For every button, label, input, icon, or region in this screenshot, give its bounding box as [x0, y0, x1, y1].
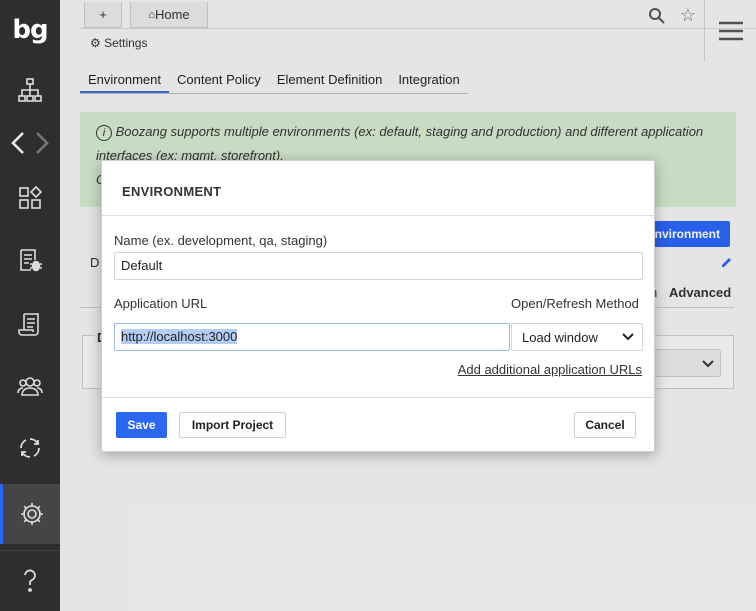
url-field[interactable]: http://localhost:3000 [114, 323, 510, 351]
url-label: Application URL [114, 296, 208, 311]
history-nav [0, 120, 60, 166]
method-value: Load window [522, 329, 598, 345]
dialog-header-divider [102, 215, 654, 216]
sitemap-icon[interactable] [0, 62, 60, 118]
dialog-title: ENVIRONMENT [122, 184, 222, 199]
dialog-footer-divider [102, 397, 654, 398]
name-field[interactable]: Default [114, 252, 643, 280]
cycle-icon[interactable] [0, 420, 60, 476]
url-value: http://localhost:3000 [121, 329, 238, 344]
save-button[interactable]: Save [116, 412, 167, 438]
gear-icon[interactable] [0, 484, 60, 544]
app-logo[interactable]: bg [0, 8, 60, 52]
chevron-down-icon [622, 333, 634, 341]
refresh-method-select[interactable]: Load window [511, 323, 643, 351]
cancel-button[interactable]: Cancel [574, 412, 636, 438]
test-bug-icon[interactable] [0, 232, 60, 288]
environment-dialog: ENVIRONMENT Name (ex. development, qa, s… [101, 160, 655, 452]
sidebar: bg [0, 0, 60, 611]
import-project-button[interactable]: Import Project [179, 412, 286, 438]
forward-arrow-icon[interactable] [33, 130, 51, 156]
modules-icon[interactable] [0, 170, 60, 226]
back-arrow-icon[interactable] [9, 130, 27, 156]
users-icon[interactable] [0, 358, 60, 414]
add-urls-link[interactable]: Add additional application URLs [458, 362, 642, 377]
method-label: Open/Refresh Method [511, 296, 639, 311]
name-label: Name (ex. development, qa, staging) [114, 233, 328, 248]
script-icon[interactable] [0, 296, 60, 352]
help-icon[interactable] [0, 550, 60, 610]
